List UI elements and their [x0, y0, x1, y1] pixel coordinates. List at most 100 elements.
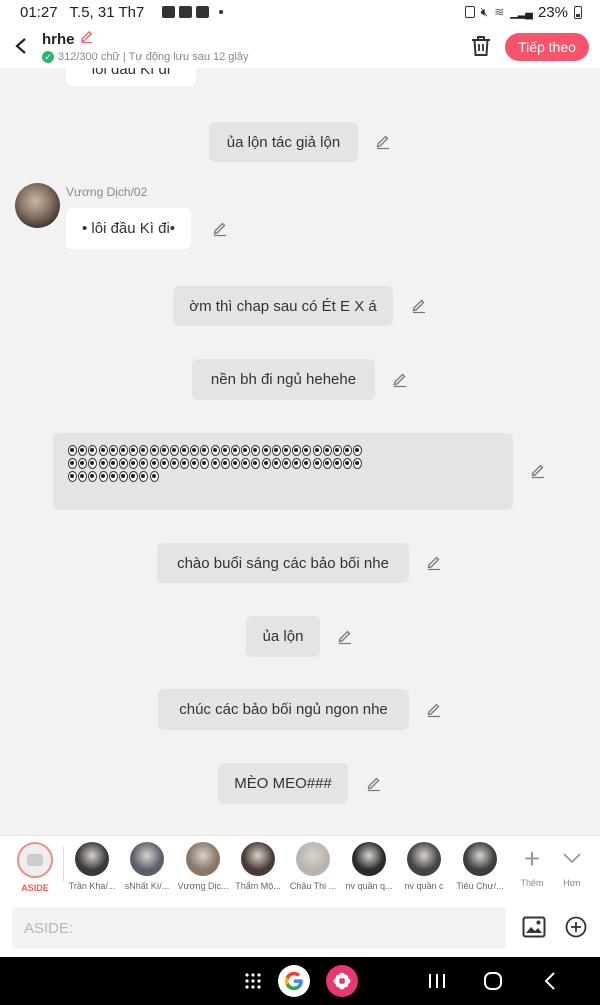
character-aside[interactable]: ASIDE: [7, 842, 63, 893]
message-bubble[interactable]: chúc các bảo bối ngủ ngon nhe: [158, 689, 409, 730]
recents-icon: [429, 974, 445, 988]
eyes-emoji-icon: [149, 458, 159, 469]
eyes-emoji-icon: [139, 458, 149, 469]
character-name: Thẩm Mộ...: [235, 881, 281, 891]
character-name: Trần Kha/...: [68, 881, 116, 891]
apps-grid-button[interactable]: [243, 971, 263, 991]
chat-area[interactable]: lôi đầu Kì đi ủa lộn tác giả lộn Vương D…: [0, 68, 600, 835]
mute-icon: 🔇︎: [480, 4, 489, 19]
more-button[interactable]: Hơn: [552, 842, 592, 888]
message-bubble-partial[interactable]: lôi đầu Kì đi: [66, 68, 196, 86]
avatar: [186, 842, 220, 876]
message-bubble[interactable]: chào buổi sáng các bảo bối nhe: [157, 543, 409, 583]
message-input[interactable]: [12, 907, 506, 949]
google-app-icon[interactable]: [278, 965, 310, 997]
eyes-emoji-icon: [129, 471, 139, 482]
eyes-emoji-icon: [149, 445, 159, 456]
back-button[interactable]: [0, 24, 42, 68]
character-name: nv quần q...: [345, 881, 393, 891]
edit-message-icon[interactable]: [212, 221, 228, 237]
edit-title-icon[interactable]: [79, 29, 94, 49]
lock-icon: [464, 6, 475, 18]
eyes-emoji-icon: [88, 471, 98, 482]
character-item[interactable]: nv quần q...: [341, 842, 397, 891]
eyes-emoji-icon: [98, 445, 108, 456]
character-item[interactable]: Thẩm Mộ...: [230, 842, 286, 891]
eyes-emoji-icon: [139, 471, 149, 482]
message-bubble[interactable]: ủa lộn tác giả lộn: [209, 122, 358, 162]
edit-message-icon[interactable]: [411, 298, 427, 314]
eyes-emoji-icon: [322, 458, 332, 469]
edit-message-icon[interactable]: [337, 629, 353, 645]
avatar[interactable]: [15, 183, 60, 228]
eyes-emoji-icon: [159, 458, 169, 469]
eyes-emoji-icon: [302, 445, 312, 456]
trash-icon: [472, 36, 490, 56]
check-notification-icon: [196, 6, 210, 18]
eyes-emoji-icon: [169, 445, 179, 456]
eyes-emoji-icon: [88, 458, 98, 469]
edit-message-icon[interactable]: [530, 463, 546, 479]
eyes-emoji-icon: [241, 458, 251, 469]
eyes-emoji-icon: [353, 458, 363, 469]
message-text: MÈO MEO###: [234, 775, 332, 792]
eyes-emoji-icon: [169, 458, 179, 469]
eyes-emoji-icon: [180, 445, 190, 456]
eyes-emoji-icon: [118, 458, 128, 469]
emoji-message-bubble[interactable]: [53, 433, 513, 510]
character-item[interactable]: Vương Dịc...: [175, 842, 231, 891]
flower-app-icon[interactable]: [326, 965, 358, 997]
delete-button[interactable]: [470, 34, 492, 58]
character-item[interactable]: nv quần c: [396, 842, 452, 891]
eyes-emoji-icon: [200, 445, 210, 456]
eyes-emoji-icon: [159, 445, 169, 456]
edit-message-icon[interactable]: [392, 372, 408, 388]
image-icon: [522, 916, 546, 938]
message-bubble[interactable]: nền bh đi ngủ hehehe: [192, 359, 375, 400]
back-nav-button[interactable]: [540, 971, 560, 991]
add-character-button[interactable]: + Thêm: [512, 842, 552, 888]
message-bubble[interactable]: • lôi đầu Kì đi•: [66, 208, 191, 249]
character-item[interactable]: Tiêu Chư/...: [452, 842, 508, 891]
page-title: hrhe: [42, 30, 75, 48]
character-name: nv quần c: [404, 881, 444, 891]
header: hrhe ✓ 312/300 chữ | Tự động lưu sau 12 …: [0, 24, 600, 68]
message-bubble[interactable]: MÈO MEO###: [218, 763, 348, 804]
message-text: chào buổi sáng các bảo bối nhe: [177, 554, 389, 572]
more-notifications-icon: [219, 10, 224, 14]
character-item[interactable]: Trần Kha/...: [64, 842, 120, 891]
add-button[interactable]: [565, 916, 587, 938]
eyes-emoji-icon: [231, 445, 240, 456]
edit-message-icon[interactable]: [426, 702, 442, 718]
character-item[interactable]: Châu Thi ...: [285, 842, 341, 891]
avatar: [407, 842, 441, 876]
eyes-emoji-icon: [281, 445, 291, 456]
signal-icon: ▁▂▄: [510, 6, 533, 19]
message-text: ủa lộn tác giả lộn: [226, 133, 341, 151]
message-bubble[interactable]: ủa lộn: [246, 616, 320, 657]
character-item[interactable]: sNhất Kì/...: [119, 842, 175, 891]
avatar: [130, 842, 164, 876]
next-button[interactable]: Tiếp theo: [505, 33, 589, 61]
recent-apps-button[interactable]: [426, 971, 448, 991]
battery-percent: 23%: [537, 3, 568, 21]
eyes-emoji-icon: [353, 445, 363, 456]
eyes-emoji-icon: [118, 471, 128, 482]
eyes-emoji-icon: [343, 445, 353, 456]
input-bar: [0, 899, 600, 957]
eyes-emoji-icon: [88, 445, 98, 456]
message-bubble[interactable]: ờm thì chap sau có Ét E X á: [173, 286, 393, 326]
character-bar: ASIDE Trần Kha/... sNhất Kì/... Vương Dị…: [0, 835, 600, 899]
eyes-emoji-icon: [78, 471, 88, 482]
image-button[interactable]: [522, 916, 546, 938]
edit-message-icon[interactable]: [426, 555, 442, 571]
home-button[interactable]: [483, 971, 503, 991]
eyes-emoji-icon: [271, 458, 281, 469]
status-bar: 01:27 T.5, 31 Th7 🔇︎ ≋ ▁▂▄ 23%: [0, 0, 600, 24]
edit-message-icon[interactable]: [366, 776, 382, 792]
message-text: ờm thì chap sau có Ét E X á: [189, 297, 377, 315]
edit-message-icon[interactable]: [375, 134, 391, 150]
eyes-emoji-icon: [312, 458, 322, 469]
emoji-row: [68, 471, 498, 482]
avatar: [296, 842, 330, 876]
